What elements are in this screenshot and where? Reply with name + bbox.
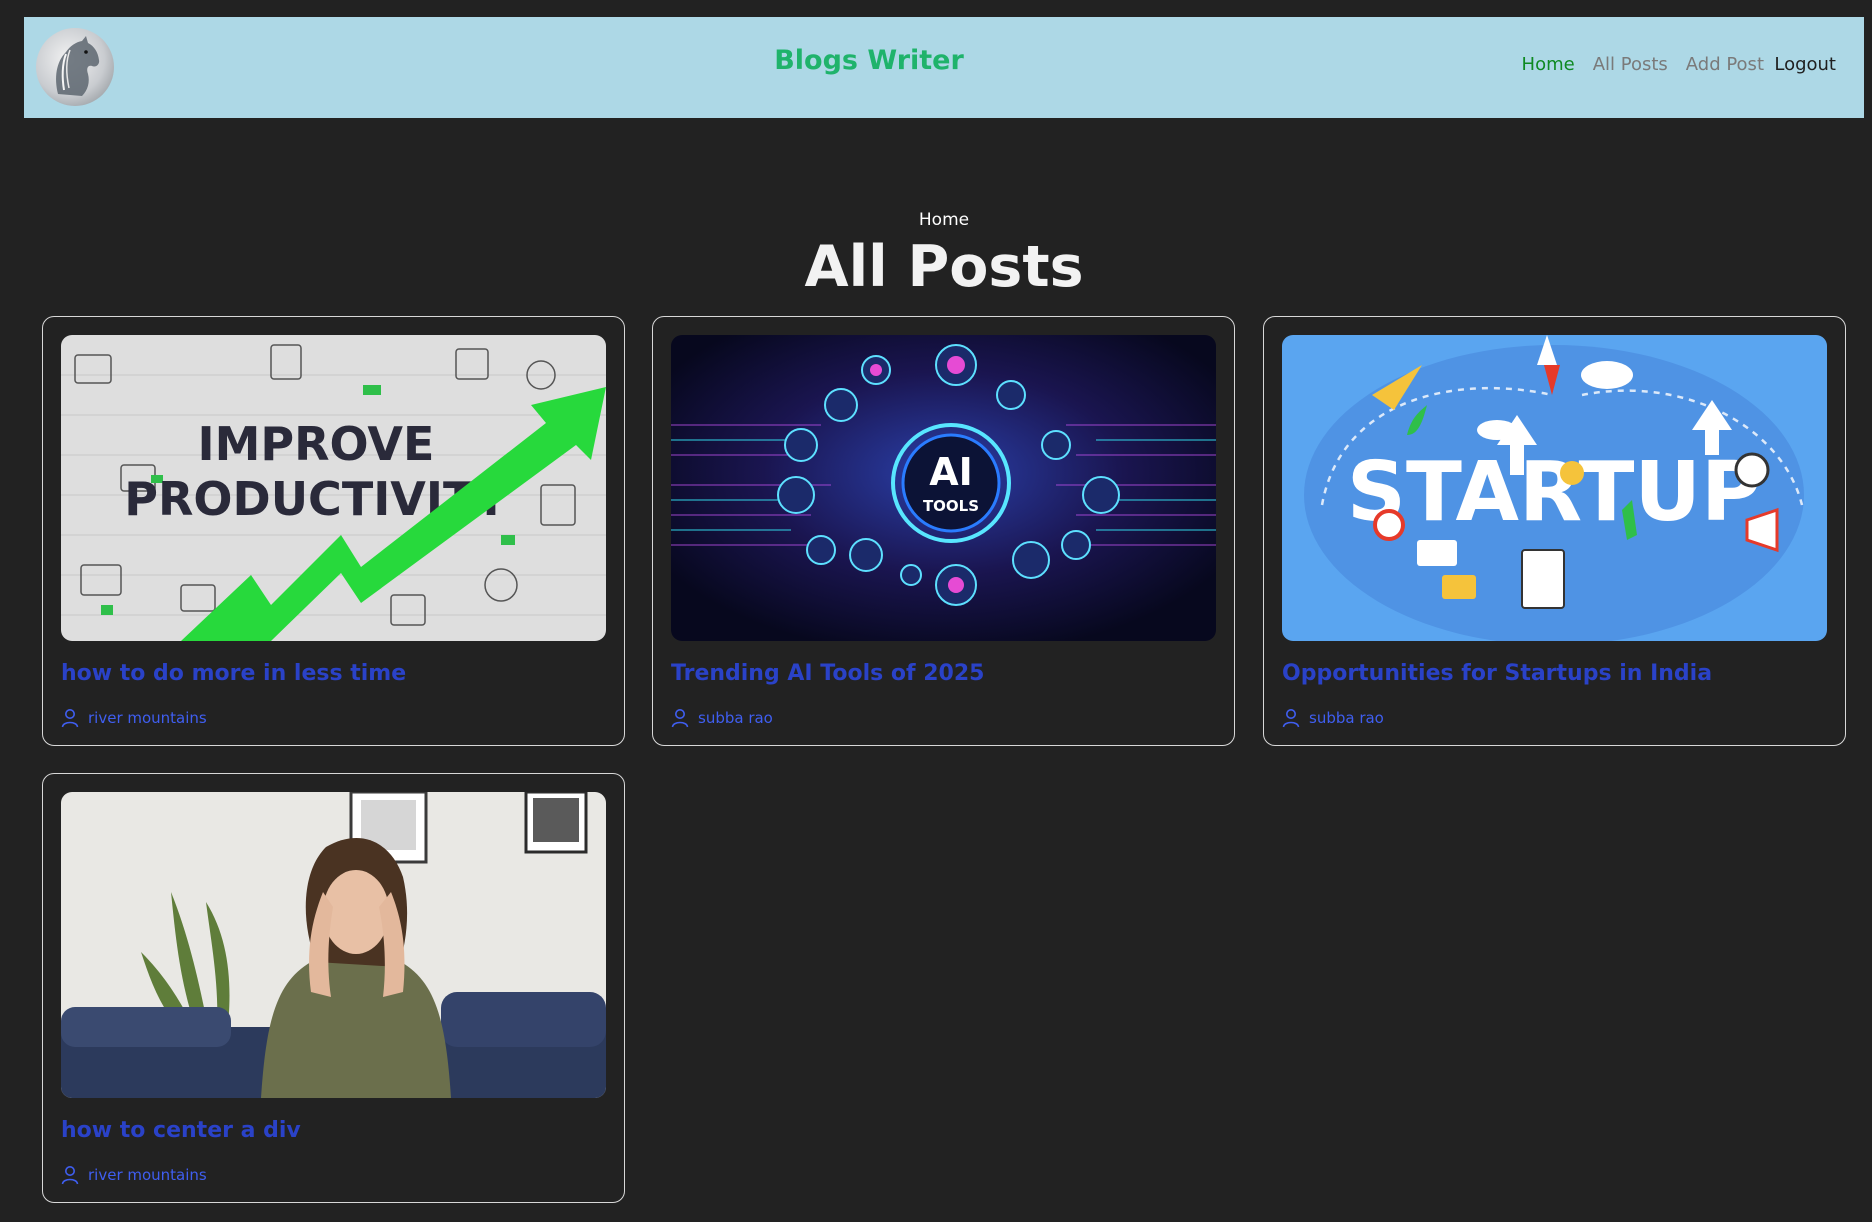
post-thumbnail[interactable]: STARTUP <box>1282 335 1827 641</box>
author-name: river mountains <box>88 709 207 727</box>
logout-button[interactable]: Logout <box>1774 54 1836 75</box>
thumbnail-headline-line-1: IMPROVE <box>198 417 435 471</box>
post-card[interactable]: STARTUP Opportunities for Startups in In… <box>1263 316 1846 746</box>
nav-add-post[interactable]: Add Post <box>1686 54 1764 75</box>
thumbnail-headline-tools: TOOLS <box>923 497 979 515</box>
thumbnail-headline-startup: STARTUP <box>1347 445 1761 540</box>
navbar: Blogs Writer Home All Posts Add Post Log… <box>24 17 1864 118</box>
breadcrumb[interactable]: Home <box>0 210 1872 230</box>
brand-title[interactable]: Blogs Writer <box>24 45 1714 76</box>
post-card[interactable]: IMPROVE PRODUCTIVITY how to do more in l… <box>42 316 625 746</box>
nav-home[interactable]: Home <box>1522 54 1575 75</box>
post-card[interactable]: how to center a div river mountains <box>42 773 625 1203</box>
post-author: subba rao <box>671 708 773 728</box>
post-author: subba rao <box>1282 708 1384 728</box>
post-title[interactable]: Trending AI Tools of 2025 <box>671 661 984 686</box>
post-author: river mountains <box>61 1165 207 1185</box>
post-title[interactable]: how to center a div <box>61 1118 301 1143</box>
post-thumbnail[interactable]: AI TOOLS <box>671 335 1216 641</box>
user-icon <box>1282 708 1300 728</box>
post-thumbnail[interactable] <box>61 792 606 1098</box>
thumbnail-headline-ai: AI <box>929 450 973 494</box>
author-name: subba rao <box>1309 709 1384 727</box>
user-icon <box>671 708 689 728</box>
user-icon <box>61 708 79 728</box>
author-name: subba rao <box>698 709 773 727</box>
user-icon <box>61 1165 79 1185</box>
post-author: river mountains <box>61 708 207 728</box>
nav-all-posts[interactable]: All Posts <box>1593 54 1668 75</box>
post-thumbnail[interactable]: IMPROVE PRODUCTIVITY <box>61 335 606 641</box>
post-title[interactable]: Opportunities for Startups in India <box>1282 661 1712 686</box>
nav-menu: Home All Posts Add Post <box>1522 54 1764 75</box>
page-title: All Posts <box>804 234 1084 300</box>
author-name: river mountains <box>88 1166 207 1184</box>
post-title[interactable]: how to do more in less time <box>61 661 406 686</box>
post-card[interactable]: AI TOOLS Trending AI Tools of 2025 subba… <box>652 316 1235 746</box>
